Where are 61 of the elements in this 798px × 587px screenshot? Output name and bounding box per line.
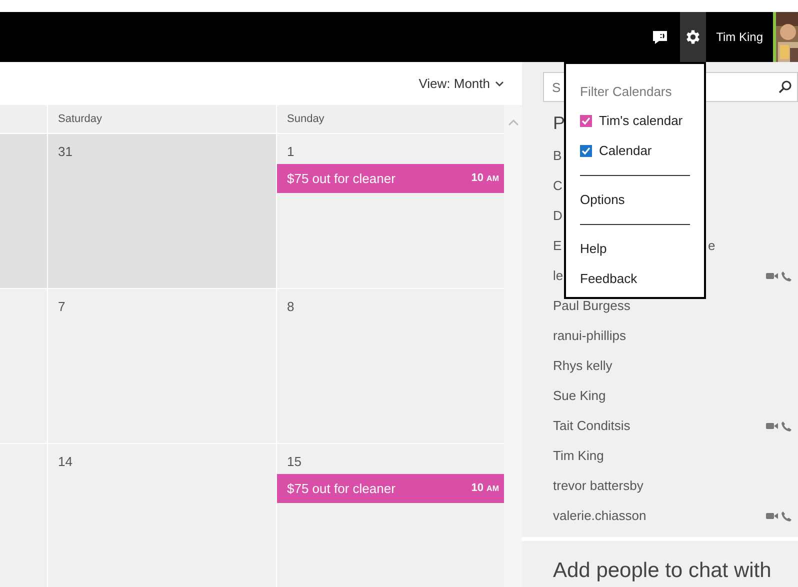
event[interactable]: $75 out for cleaner 10 AM [277,474,504,503]
phone-icon[interactable] [781,270,792,282]
date-number: 31 [57,143,74,161]
phone-icon[interactable] [781,510,792,522]
contact-name[interactable]: C [553,176,562,196]
contact-name[interactable]: valerie.chiasson [553,506,646,526]
video-call-icon[interactable] [766,272,778,280]
event[interactable]: $75 out for cleaner 10 AM [277,164,504,193]
day-header: Saturday [48,105,276,133]
contact-name[interactable]: Sue King [553,386,606,406]
day-cell[interactable]: 1 $75 out for cleaner 10 AM [277,134,504,288]
calendar-filter[interactable]: Tim's calendar [580,106,690,136]
contact-name[interactable]: Rhys kelly [553,356,612,376]
checkbox[interactable] [580,144,592,156]
date-number: 7 [57,298,66,316]
contact-name[interactable]: le [553,266,564,286]
contact-name[interactable]: Tim King [553,446,604,466]
menu-item[interactable]: Help [580,234,607,264]
contact-name[interactable]: Tait Conditsis [553,416,630,436]
menu-item[interactable]: Options [580,184,625,214]
menu-section-title: Filter Calendars [580,83,673,101]
day-cell[interactable] [0,289,47,443]
day-cell[interactable]: 31 [48,134,276,288]
settings-button[interactable] [680,12,706,62]
contact-name[interactable]: D [553,206,562,226]
contact-name[interactable]: trevor battersby [553,476,644,496]
settings-icon [684,28,702,46]
header-cell [0,105,47,133]
contact-name[interactable]: Paul Burgess [553,296,630,316]
calendar-filter[interactable]: Calendar [580,136,690,166]
search-icon[interactable] [778,80,792,94]
menu-item[interactable]: Feedback [580,264,638,294]
contact-name[interactable]: e [708,236,716,256]
phone-icon[interactable] [781,420,792,432]
event-title: $75 out for cleaner [287,480,396,498]
day-cell[interactable]: 7 [48,289,276,443]
day-cell[interactable]: 8 [277,289,504,443]
checkbox[interactable] [580,114,592,126]
day-cell[interactable]: 15 $75 out for cleaner 10 AM [277,444,504,587]
video-call-icon[interactable] [766,512,778,520]
day-cell[interactable] [0,134,47,288]
chat-icon[interactable] [652,30,668,44]
people-heading: P [553,112,566,135]
date-number: 1 [286,143,296,161]
add-people-prompt: Add people to chat with [553,559,772,582]
day-cell[interactable]: 14 [48,444,276,587]
contact-name[interactable]: E [553,236,562,256]
scrollbar[interactable] [504,105,522,587]
caret-icon [495,80,504,86]
contact-name[interactable]: ranui-phillips [553,326,626,346]
contact-name[interactable]: B [553,146,562,166]
date-number: 14 [57,453,74,471]
date-number: 8 [286,298,296,316]
event-time: 10 AM [471,171,499,186]
event-time: 10 AM [471,481,499,496]
user-name[interactable]: Tim King [716,28,763,46]
view-dropdown[interactable]: View: Month [418,74,504,94]
video-call-icon[interactable] [766,422,778,430]
event-title: $75 out for cleaner [287,170,396,188]
day-header: Sunday [277,105,504,133]
date-number: 15 [286,453,302,471]
